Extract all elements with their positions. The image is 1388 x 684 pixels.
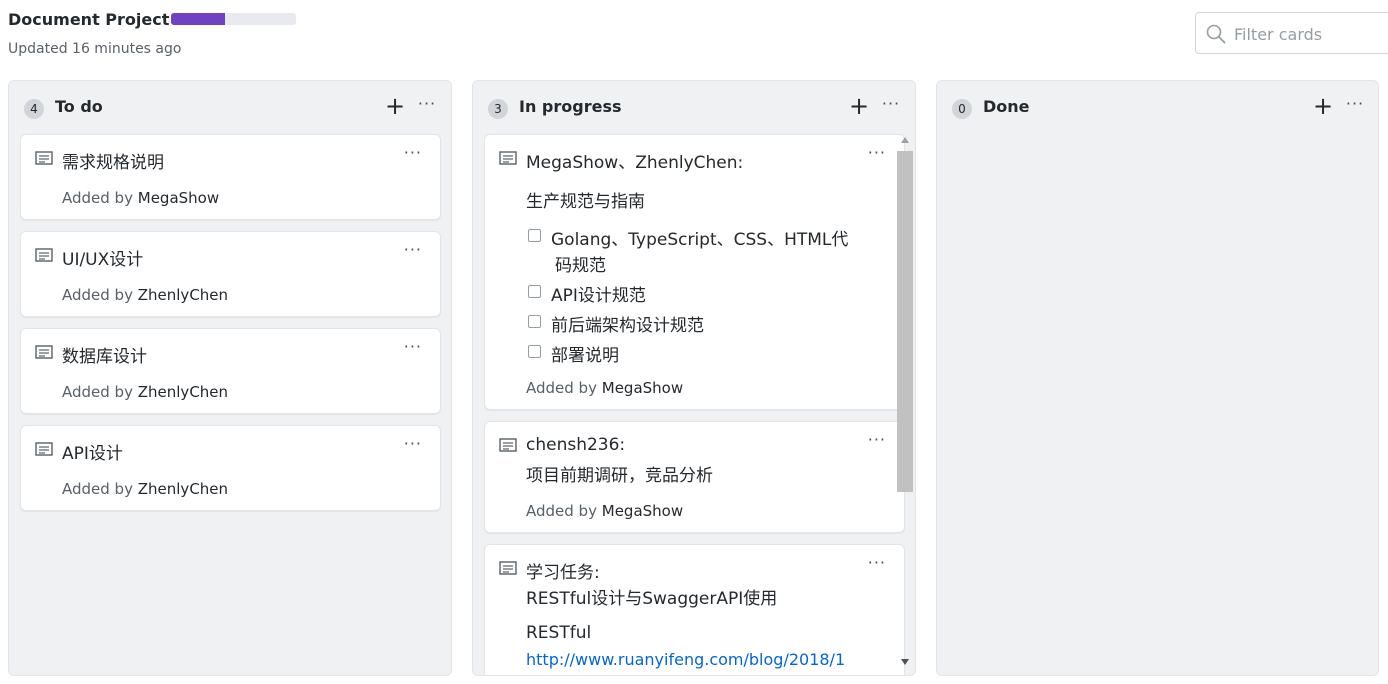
search-icon: [1206, 24, 1226, 44]
add-card-button[interactable]: +: [384, 94, 406, 118]
card-body-text: 项目前期调研，竞品分析: [526, 466, 713, 486]
card-title: chensh236:: [526, 435, 626, 455]
card-added-by: Added by MegaShow: [526, 502, 684, 520]
scroll-thumb[interactable]: [897, 151, 913, 492]
task-label-continued: 码规范: [555, 256, 606, 276]
add-card-button[interactable]: +: [848, 94, 870, 118]
card-title: UI/UX设计: [62, 250, 144, 270]
column-menu-button[interactable]: ···: [416, 95, 438, 117]
filter-cards-box[interactable]: [1195, 12, 1388, 54]
card-title: API设计: [62, 444, 123, 464]
column-header: 3 In progress + ···: [473, 81, 915, 133]
column-header: 4 To do + ···: [9, 81, 451, 133]
updated-timestamp: Updated 16 minutes ago: [8, 41, 182, 57]
column-card-count: 0: [952, 99, 972, 119]
column-menu-button[interactable]: ···: [880, 95, 902, 117]
note-icon: [499, 561, 517, 575]
card-body-text: RESTful设计与SwaggerAPI使用: [526, 589, 778, 609]
task-label: 前后端架构设计规范: [551, 316, 704, 336]
task-label: API设计规范: [551, 286, 646, 306]
column-title[interactable]: In progress: [519, 97, 622, 116]
project-header: Document Project Updated 16 minutes ago: [0, 0, 1388, 80]
column-header: 0 Done + ···: [937, 81, 1378, 133]
card[interactable]: ··· 需求规格说明 Added by MegaShow: [20, 134, 441, 220]
column-in-progress: 3 In progress + ··· ··· MegaShow、ZhenlyC…: [472, 80, 916, 676]
card-menu-button[interactable]: ···: [868, 553, 886, 572]
column-menu-button[interactable]: ···: [1344, 95, 1366, 117]
task-label: 部署说明: [551, 346, 619, 366]
card-added-by: Added by ZhenlyChen: [62, 383, 229, 401]
filter-cards-input[interactable]: [1234, 21, 1384, 47]
card-author[interactable]: MegaShow: [138, 189, 219, 207]
project-title[interactable]: Document Project: [8, 10, 169, 29]
task-label: Golang、TypeScript、CSS、HTML代: [551, 230, 849, 250]
card-menu-button[interactable]: ···: [404, 240, 422, 259]
card-title: 需求规格说明: [62, 153, 164, 173]
scroll-down-arrow-icon[interactable]: [901, 659, 909, 665]
task-checkbox[interactable]: [528, 315, 541, 328]
task-checkbox[interactable]: [528, 229, 541, 242]
task-checkbox[interactable]: [528, 285, 541, 298]
card-added-by: Added by MegaShow: [62, 189, 220, 207]
column-scrollbar[interactable]: [897, 137, 913, 675]
card-author[interactable]: ZhenlyChen: [138, 480, 228, 498]
card-added-by: Added by ZhenlyChen: [62, 480, 229, 498]
column-card-count: 4: [24, 99, 44, 119]
column-done: 0 Done + ···: [936, 80, 1379, 676]
card-link[interactable]: http://www.ruanyifeng.com/blog/2018/1: [526, 650, 845, 669]
card-menu-button[interactable]: ···: [868, 143, 886, 162]
card-author[interactable]: ZhenlyChen: [138, 383, 228, 401]
card-menu-button[interactable]: ···: [404, 143, 422, 162]
card-body-text: RESTful: [526, 623, 592, 643]
note-icon: [35, 442, 53, 456]
column-title[interactable]: To do: [55, 97, 103, 116]
note-icon: [499, 438, 517, 452]
card-author[interactable]: ZhenlyChen: [138, 286, 228, 304]
project-progress-bar: [171, 13, 296, 25]
add-card-button[interactable]: +: [1312, 94, 1334, 118]
note-icon: [35, 345, 53, 359]
card[interactable]: ··· UI/UX设计 Added by ZhenlyChen: [20, 231, 441, 317]
card[interactable]: ··· chensh236: 项目前期调研，竞品分析 Added by Mega…: [484, 421, 905, 533]
card[interactable]: ··· API设计 Added by ZhenlyChen: [20, 425, 441, 511]
note-icon: [35, 151, 53, 165]
card-menu-button[interactable]: ···: [404, 434, 422, 453]
card-title: 数据库设计: [62, 347, 147, 367]
card[interactable]: ··· MegaShow、ZhenlyChen: 生产规范与指南 Golang、…: [484, 134, 905, 410]
card[interactable]: ··· 学习任务: RESTful设计与SwaggerAPI使用 RESTful…: [484, 544, 905, 675]
card-title: MegaShow、ZhenlyChen:: [526, 153, 744, 173]
card-menu-button[interactable]: ···: [404, 337, 422, 356]
card-author[interactable]: MegaShow: [602, 379, 683, 397]
card-added-by: Added by ZhenlyChen: [62, 286, 229, 304]
card[interactable]: ··· 数据库设计 Added by ZhenlyChen: [20, 328, 441, 414]
task-checkbox[interactable]: [528, 345, 541, 358]
scroll-up-arrow-icon[interactable]: [901, 137, 909, 143]
project-progress-fill: [171, 13, 225, 25]
card-author[interactable]: MegaShow: [602, 502, 683, 520]
note-icon: [35, 248, 53, 262]
note-icon: [499, 151, 517, 165]
column-todo: 4 To do + ··· ··· 需求规格说明 Added by MegaSh…: [8, 80, 452, 676]
card-menu-button[interactable]: ···: [868, 430, 886, 449]
card-added-by: Added by MegaShow: [526, 379, 684, 397]
card-title: 学习任务:: [526, 563, 600, 583]
column-card-count: 3: [488, 99, 508, 119]
column-title[interactable]: Done: [983, 97, 1030, 116]
card-body-text: 生产规范与指南: [526, 192, 645, 212]
